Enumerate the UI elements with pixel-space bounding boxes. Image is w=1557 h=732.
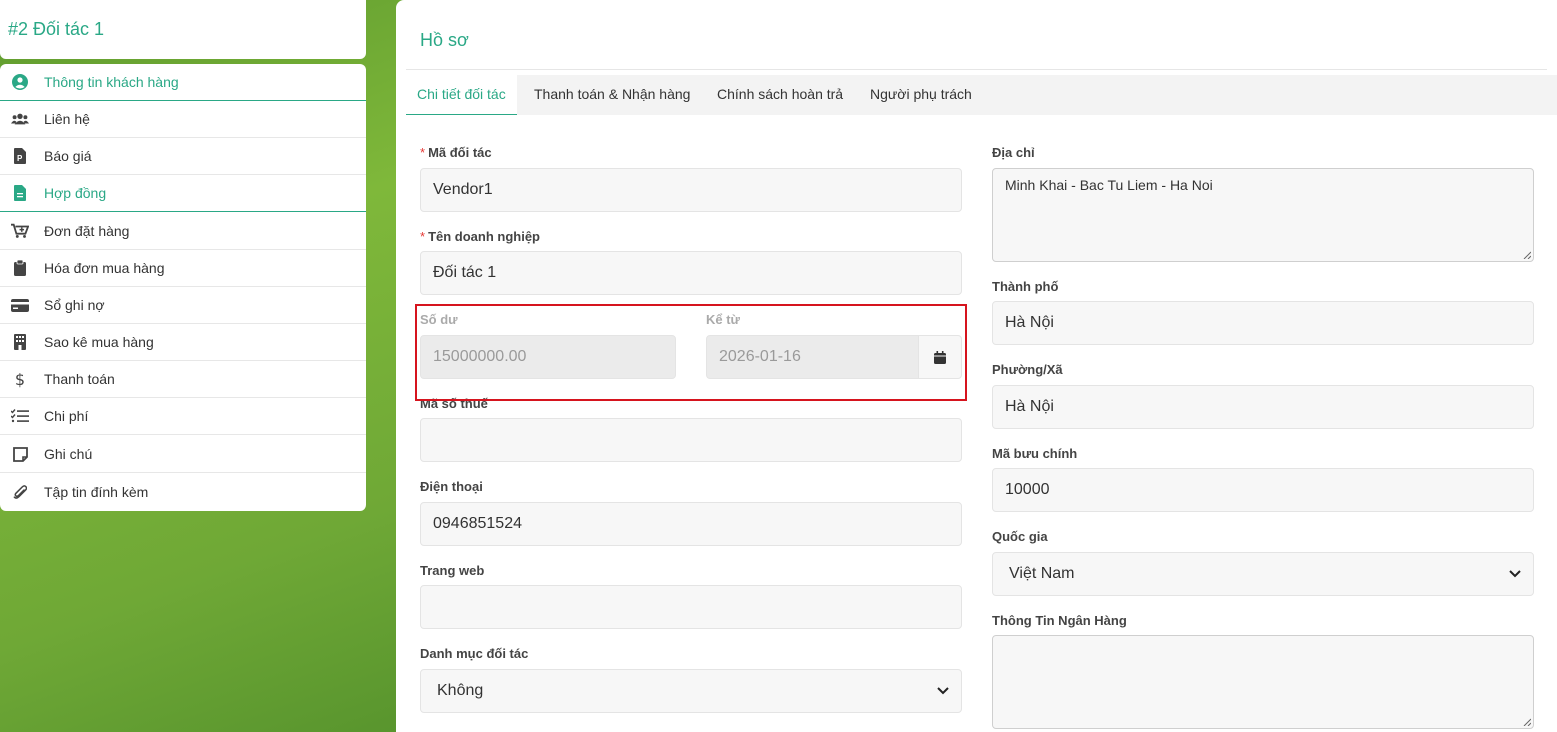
sidebar-item-label: Chi phí xyxy=(44,408,89,424)
sidebar-item-label: Sổ ghi nợ xyxy=(44,297,105,313)
sticky-note-icon xyxy=(11,445,29,463)
city-label: Thành phố xyxy=(992,279,1059,294)
profile-heading: Hồ sơ xyxy=(420,30,469,50)
bank-info-textarea[interactable] xyxy=(992,635,1534,729)
ward-label: Phường/Xã xyxy=(992,362,1063,377)
sidebar-item-label: Báo giá xyxy=(44,148,92,164)
city-input[interactable]: Hà Nội xyxy=(992,301,1534,345)
tax-code-input[interactable] xyxy=(420,418,962,462)
divider xyxy=(406,69,1547,70)
address-value: Minh Khai - Bac Tu Liem - Ha Noi xyxy=(1005,177,1213,193)
sidebar-item-contracts[interactable]: Hợp đồng xyxy=(0,175,366,212)
sidebar-item-expenses[interactable]: Chi phí xyxy=(0,398,366,435)
paperclip-icon xyxy=(11,483,29,501)
sidebar-item-customer-info[interactable]: Thông tin khách hàng xyxy=(0,64,366,101)
country-select[interactable]: Việt Nam xyxy=(992,552,1534,596)
country-value: Việt Nam xyxy=(1009,565,1075,582)
sidebar-item-attachments[interactable]: Tập tin đính kèm xyxy=(0,473,366,510)
tab-payment-receiving[interactable]: Thanh toán & Nhận hàng xyxy=(534,75,690,115)
sidebar-item-quotes[interactable]: P Báo giá xyxy=(0,138,366,175)
dollar-icon: $ xyxy=(14,369,26,389)
sidebar-item-label: Đơn đặt hàng xyxy=(44,223,130,239)
sidebar-item-payments[interactable]: $ Thanh toán xyxy=(0,361,366,398)
address-label: Địa chỉ xyxy=(992,145,1035,160)
postal-code-label: Mã bưu chính xyxy=(992,446,1078,461)
tab-partner-details[interactable]: Chi tiết đối tác xyxy=(406,75,517,115)
country-label: Quốc gia xyxy=(992,529,1048,544)
highlight-box xyxy=(415,304,967,401)
sidebar-item-label: Hóa đơn mua hàng xyxy=(44,260,165,276)
credit-card-icon xyxy=(11,296,29,314)
vendor-code-input[interactable]: Vendor1 xyxy=(420,168,962,212)
sidebar-menu: Thông tin khách hàng Liên hệ P Báo giá H… xyxy=(0,64,366,511)
tab-bar: Chi tiết đối tác Thanh toán & Nhận hàng … xyxy=(406,75,1557,115)
file-p-icon: P xyxy=(11,147,29,165)
partner-category-select[interactable]: Không xyxy=(420,669,962,713)
website-input[interactable] xyxy=(420,585,962,629)
resize-handle-icon[interactable] xyxy=(1523,718,1531,726)
sidebar-item-label: Liên hệ xyxy=(44,111,90,127)
resize-handle-icon[interactable] xyxy=(1523,251,1531,259)
phone-input[interactable]: 0946851524 xyxy=(420,502,962,546)
partner-category-value: Không xyxy=(437,682,484,699)
chevron-down-icon xyxy=(1509,570,1521,578)
sidebar-item-purchase-statement[interactable]: Sao kê mua hàng xyxy=(0,324,366,361)
company-name-label: * Tên doanh nghiệp xyxy=(420,229,540,244)
sidebar-item-purchase-orders[interactable]: Đơn đặt hàng xyxy=(0,213,366,250)
company-name-input[interactable]: Đối tác 1 xyxy=(420,251,962,295)
address-textarea[interactable]: Minh Khai - Bac Tu Liem - Ha Noi xyxy=(992,168,1534,262)
partner-title: #2 Đối tác 1 xyxy=(8,19,105,39)
sidebar-item-purchase-invoices[interactable]: Hóa đơn mua hàng xyxy=(0,250,366,287)
sidebar-item-label: Tập tin đính kèm xyxy=(44,483,149,500)
clipboard-icon xyxy=(11,259,29,277)
sidebar-item-label: Sao kê mua hàng xyxy=(44,334,154,350)
sidebar-item-label: Thanh toán xyxy=(44,371,115,387)
user-circle-icon xyxy=(11,73,29,91)
users-icon xyxy=(11,110,29,128)
svg-text:P: P xyxy=(17,154,23,163)
partner-title-card: #2 Đối tác 1 xyxy=(0,0,366,59)
vendor-code-label: * Mã đối tác xyxy=(420,145,492,160)
bank-info-label: Thông Tin Ngân Hàng xyxy=(992,613,1127,628)
file-text-icon xyxy=(11,184,29,202)
ward-input[interactable]: Hà Nội xyxy=(992,385,1534,429)
list-check-icon xyxy=(11,407,29,425)
sidebar-item-label: Ghi chú xyxy=(44,446,93,462)
partner-category-label: Danh mục đối tác xyxy=(420,646,529,661)
chevron-down-icon xyxy=(937,687,949,695)
website-label: Trang web xyxy=(420,563,485,578)
sidebar-item-debit-notes[interactable]: Sổ ghi nợ xyxy=(0,287,366,324)
sidebar-item-label: Hợp đồng xyxy=(44,185,107,201)
tab-return-policy[interactable]: Chính sách hoàn trả xyxy=(717,75,843,115)
building-icon xyxy=(11,333,29,351)
sidebar-item-contacts[interactable]: Liên hệ xyxy=(0,101,366,138)
sidebar-item-notes[interactable]: Ghi chú xyxy=(0,436,366,473)
tab-person-in-charge[interactable]: Người phụ trách xyxy=(870,75,972,115)
phone-label: Điện thoại xyxy=(420,479,483,494)
sidebar-item-label: Thông tin khách hàng xyxy=(44,74,179,90)
postal-code-input[interactable]: 10000 xyxy=(992,468,1534,512)
cart-plus-icon xyxy=(11,222,29,240)
